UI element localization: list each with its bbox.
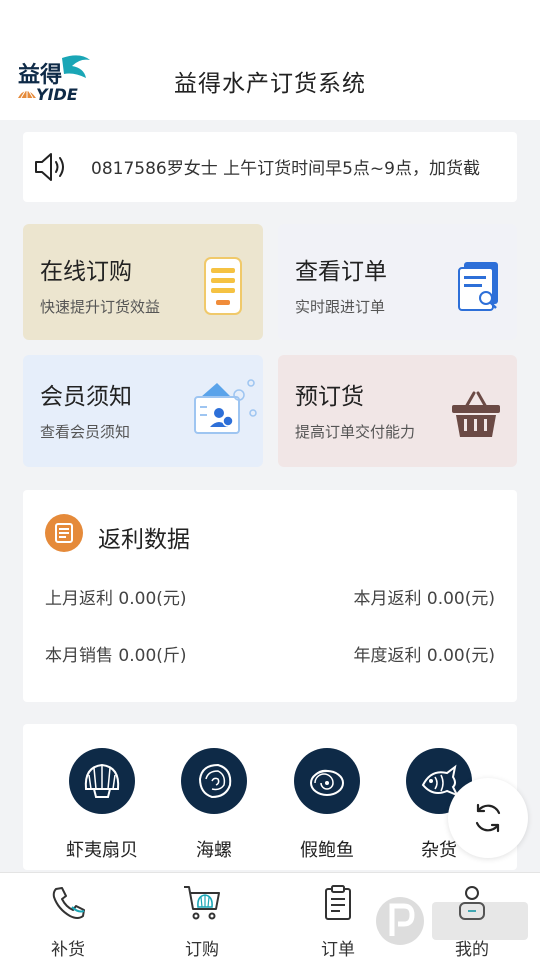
tab-purchase[interactable]: 订购 [162,883,242,960]
card-title: 会员须知 [40,384,132,410]
rebate-title: 返利数据 [98,527,190,553]
abalone-icon [294,748,360,814]
category-label: 假鲍鱼 [300,840,354,861]
card-subtitle: 实时跟进订单 [295,298,386,316]
phone-icon [52,887,85,919]
card-title: 在线订购 [40,259,132,285]
view-orders-card[interactable]: 查看订单 实时跟进订单 [278,224,517,340]
cart-icon [184,886,220,920]
category-abalone[interactable]: 假鲍鱼 [282,748,372,862]
category-panel: 虾夷扇贝 海螺 假鲍鱼 杂货 [23,724,517,870]
tab-orders[interactable]: 订单 [298,883,378,960]
document-icon [45,514,83,552]
page-title: 益得水产订货系统 [174,71,366,97]
tab-label: 订购 [185,940,219,960]
card-title: 预订货 [295,384,364,410]
this-month-sales: 本月销售 0.00(斤) [45,646,187,666]
card-subtitle: 查看会员须知 [40,423,131,441]
rebate-panel: 返利数据 上月返利 0.00(元) 本月返利 0.00(元) 本月销售 0.00… [23,490,517,702]
this-month-rebate: 本月返利 0.00(元) [353,589,495,609]
refresh-button[interactable] [448,778,528,858]
clipboard-icon [325,885,351,920]
scallop-icon [69,748,135,814]
tab-label: 订单 [321,940,355,960]
conch-icon [181,748,247,814]
card-subtitle: 提高订单交付能力 [295,423,416,441]
category-conch[interactable]: 海螺 [169,748,259,862]
annual-rebate: 年度返利 0.00(元) [353,646,495,666]
category-label: 虾夷扇贝 [66,840,138,861]
tab-label: 补货 [51,940,85,960]
preorder-card[interactable]: 预订货 提高订单交付能力 [278,355,517,467]
speaker-icon [35,153,64,181]
basket-icon [452,391,500,437]
announcement-text: 0817586罗女士 上午订货时间早5点~9点，加货截 [91,159,480,179]
category-scallop[interactable]: 虾夷扇贝 [57,748,147,862]
tab-restock[interactable]: 补货 [28,883,108,960]
card-title: 查看订单 [295,259,387,285]
member-card-icon [194,379,257,434]
online-order-card[interactable]: 在线订购 快速提升订货效益 [23,224,263,340]
phone-list-icon [204,257,242,315]
category-label: 海螺 [196,840,232,861]
refresh-icon [475,803,501,833]
last-month-rebate: 上月返利 0.00(元) [45,589,187,609]
watermark-logo [376,897,528,945]
announcement-bar[interactable]: 0817586罗女士 上午订货时间早5点~9点，加货截 [23,132,517,202]
card-subtitle: 快速提升订货效益 [40,298,161,316]
app-header: 益得 YIDE 益得水产订货系统 [0,0,540,120]
member-notice-card[interactable]: 会员须知 查看会员须知 [23,355,263,467]
document-search-icon [458,262,498,311]
